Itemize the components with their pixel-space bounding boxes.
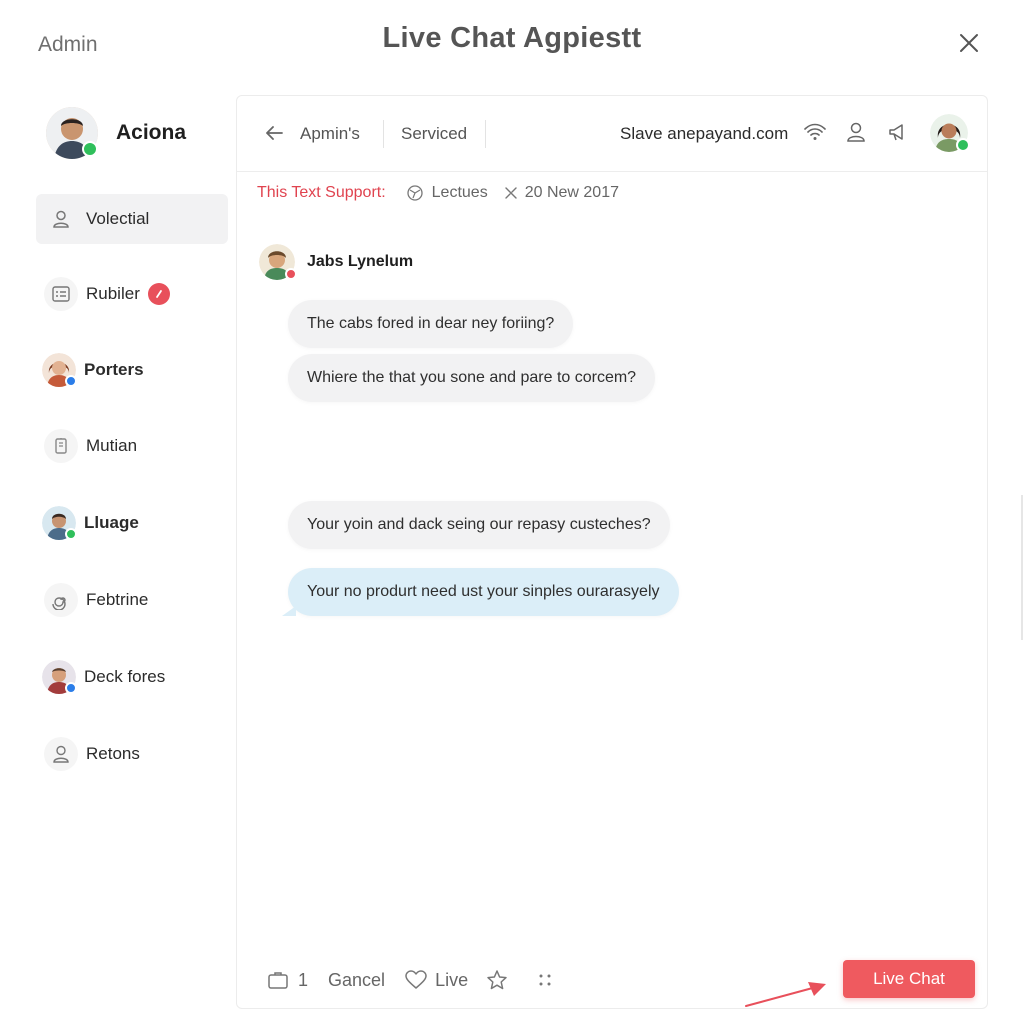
close-button[interactable] — [952, 26, 986, 60]
heart-icon — [405, 970, 427, 989]
tag-label: Lectues — [431, 184, 488, 201]
divider — [383, 120, 384, 148]
sidebar-item-lluage[interactable]: Lluage — [36, 498, 228, 548]
profile-card[interactable]: Aciona — [46, 107, 186, 159]
tab-serviced[interactable]: Serviced — [401, 124, 467, 144]
spiral-icon — [44, 583, 78, 617]
message-bubble: Whiere the that you sone and pare to cor… — [288, 354, 656, 402]
divider — [485, 120, 486, 148]
sidebar-item-label: Rubiler — [86, 284, 140, 303]
user-icon[interactable] — [845, 121, 867, 148]
list-icon — [44, 277, 78, 311]
sidebar-item-label: Retons — [86, 744, 140, 763]
support-info-bar: This Text Support: Lectues 20 New 2017 — [257, 182, 619, 204]
attachments-count: 1 — [298, 969, 309, 990]
sidebar-item-retons[interactable]: Retons — [36, 729, 228, 779]
message-bubble: The cabs fored in dear ney foriing? — [288, 300, 574, 348]
user-icon — [44, 202, 78, 236]
attachments-button[interactable]: 1 — [267, 970, 308, 991]
more-button[interactable] — [538, 973, 552, 987]
wifi-icon[interactable] — [803, 121, 827, 148]
close-icon — [960, 34, 978, 52]
sidebar-item-rubiler[interactable]: Rubiler — [36, 269, 228, 319]
document-icon — [44, 429, 78, 463]
star-button[interactable] — [486, 969, 508, 991]
avatar — [46, 107, 98, 159]
cancel-button[interactable]: Gancel — [328, 970, 385, 991]
live-label: Live — [435, 969, 469, 990]
globe-icon — [407, 185, 423, 201]
arrow-left-icon — [266, 126, 283, 140]
tag-item[interactable]: Lectues — [406, 184, 488, 202]
avatar — [42, 353, 77, 387]
star-icon — [487, 970, 507, 990]
page-title: Live Chat Agpiestt — [382, 22, 642, 54]
back-button[interactable] — [263, 122, 285, 149]
chat-header: Apmin's Serviced Slave anepayand.com — [237, 96, 987, 172]
message-sender: Jabs Lynelum — [259, 244, 413, 280]
tools-icon — [505, 187, 517, 199]
support-label: This Text Support: — [257, 184, 386, 201]
chat-footer-toolbar: 1 Gancel Live — [267, 966, 552, 994]
sidebar-item-label: Porters — [84, 360, 144, 379]
date-label: 20 New 2017 — [524, 184, 619, 201]
sidebar-item-label: Febtrine — [86, 590, 149, 609]
megaphone-icon[interactable] — [887, 121, 909, 148]
avatar[interactable] — [930, 114, 970, 152]
user-icon — [44, 737, 78, 771]
sidebar-item-porters[interactable]: Porters — [36, 345, 228, 395]
sidebar-item-deck-fores[interactable]: Deck fores — [36, 652, 228, 702]
live-chat-button[interactable]: Live Chat — [843, 960, 975, 998]
avatar[interactable] — [259, 244, 297, 280]
profile-name: Aciona — [116, 121, 187, 144]
sidebar-item-label: Mutian — [86, 436, 138, 455]
dots-icon — [539, 974, 551, 986]
breadcrumb-admins[interactable]: Apmin's — [300, 124, 360, 144]
sidebar-item-label: Volectial — [86, 209, 150, 228]
live-button[interactable]: Live — [405, 970, 468, 991]
sidebar-item-label: Lluage — [84, 513, 139, 532]
avatar — [42, 660, 77, 694]
sidebar-item-label: Deck fores — [84, 667, 166, 686]
sidebar-item-volectial[interactable]: Volectial — [36, 194, 228, 244]
notification-badge — [147, 283, 170, 305]
message-bubble-reply: Your no produrt need ust your sinples ou… — [282, 568, 679, 616]
briefcase-icon — [268, 972, 288, 989]
pointer-arrow-icon — [745, 982, 826, 1007]
chat-panel: Apmin's Serviced Slave anepayand.com Thi… — [236, 95, 988, 1009]
message-bubble: Your yoin and dack seing our repasy cust… — [288, 501, 670, 549]
sidebar: Aciona Volectial Rubiler Porters Mutian … — [0, 95, 236, 1024]
site-url: Slave anepayand.com — [620, 124, 789, 143]
date-item: 20 New 2017 — [504, 184, 619, 202]
scrollbar[interactable] — [1021, 495, 1023, 640]
avatar — [42, 506, 77, 540]
sidebar-item-febtrine[interactable]: Febtrine — [36, 575, 228, 625]
sidebar-item-mutian[interactable]: Mutian — [36, 421, 228, 471]
sender-name: Jabs Lynelum — [307, 253, 414, 270]
